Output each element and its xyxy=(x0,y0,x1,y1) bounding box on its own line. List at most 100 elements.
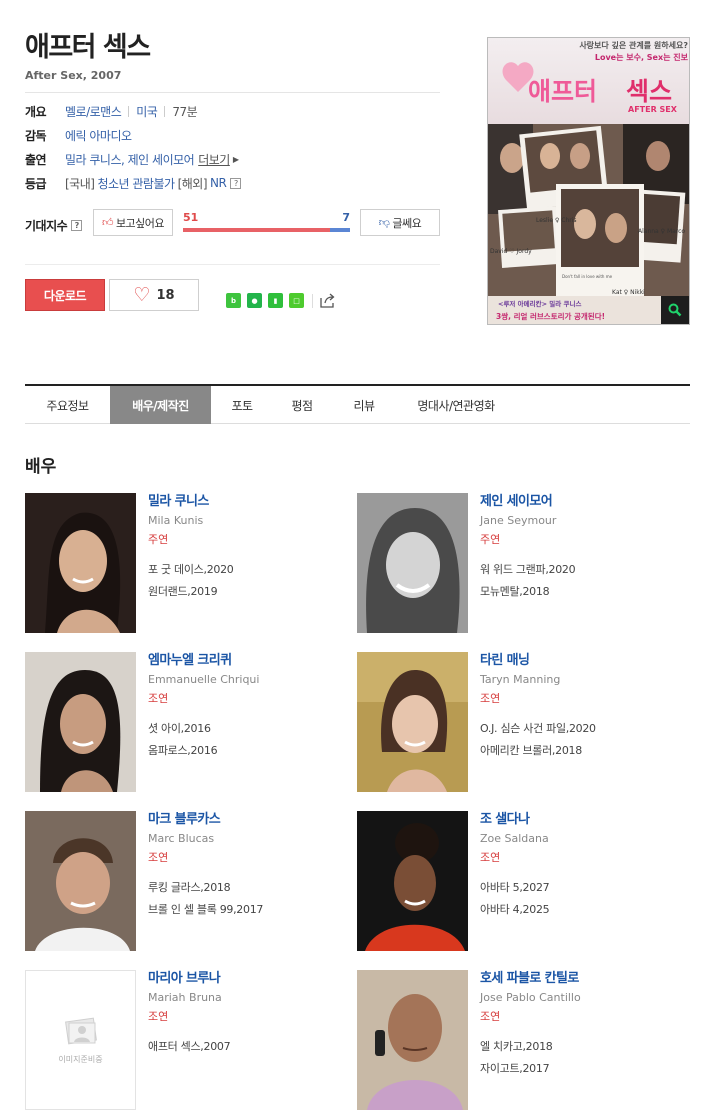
actor-photo[interactable] xyxy=(25,493,136,633)
filmography: 셧 아이,2016 옴파로스,2016 xyxy=(148,718,323,762)
cast-card: 이미지준비중 마리아 브루나 Mariah Bruna 조연 애프터 섹스,20… xyxy=(25,970,325,1110)
gauge-bar xyxy=(183,228,350,232)
director-link[interactable]: 에릭 아마디오 xyxy=(65,127,132,144)
download-button[interactable]: 다운로드 xyxy=(25,279,105,311)
filmography-item[interactable]: 원더랜드,2019 xyxy=(148,581,323,603)
filmography-item[interactable]: 셧 아이,2016 xyxy=(148,718,323,740)
filmography: O.J. 심슨 사건 파일,2020 아메리칸 브롤러,2018 xyxy=(480,718,655,762)
tab-ratings[interactable]: 평점 xyxy=(273,386,331,424)
rating-domestic[interactable]: 청소년 관람불가 xyxy=(97,175,175,192)
like-count-label: 18 xyxy=(156,287,175,303)
image-placeholder: 이미지준비중 xyxy=(25,970,136,1110)
actor-photo[interactable] xyxy=(357,811,468,951)
actor-role: 조연 xyxy=(480,1010,501,1023)
actor-name[interactable]: 엠마누엘 크리퀴 xyxy=(148,652,323,670)
more-link[interactable]: 더보기 xyxy=(198,151,230,168)
poster-caption-4: Kat ♀ Nikki xyxy=(612,289,645,296)
info-row-overview: 개요 멜로/로맨스 미국 77분 xyxy=(25,99,440,123)
info-label: 감독 xyxy=(25,128,47,143)
tab-photos[interactable]: 포토 xyxy=(211,386,273,424)
actor-name[interactable]: 마크 블루카스 xyxy=(148,811,323,829)
cast-card: 제인 세이모어 Jane Seymour 주연 워 위드 그랜파,2020 모뉴… xyxy=(357,493,657,633)
image-placeholder-text: 이미지준비중 xyxy=(58,1054,103,1064)
want-to-see-button[interactable]: 👍︎ 보고싶어요 xyxy=(93,209,173,236)
actor-role: 조연 xyxy=(480,851,501,864)
section-title: 배우 xyxy=(25,457,57,477)
actor-name[interactable]: 제인 세이모어 xyxy=(480,493,655,511)
actor-name-en: Mariah Bruna xyxy=(148,991,222,1004)
tab-quotes-related[interactable]: 명대사/연관영화 xyxy=(397,386,515,424)
actor-role: 조연 xyxy=(480,692,501,705)
cast-summary-link[interactable]: 밀라 쿠니스, 제인 세이모어 xyxy=(65,151,195,168)
filmography-item[interactable]: 자이고트,2017 xyxy=(480,1058,655,1080)
filmography-item[interactable]: 애프터 섹스,2007 xyxy=(148,1036,323,1058)
actor-name[interactable]: 밀라 쿠니스 xyxy=(148,493,323,511)
actor-name-en: Jane Seymour xyxy=(480,514,557,527)
band-share-icon[interactable]: ● xyxy=(247,293,262,308)
actor-role: 조연 xyxy=(148,1010,169,1023)
rating-overseas-prefix: [해외] xyxy=(177,176,208,191)
filmography-item[interactable]: 포 굿 데이스,2020 xyxy=(148,559,323,581)
filmography-item[interactable]: 브롤 인 셀 블록 99,2017 xyxy=(148,899,323,921)
cast-card: 조 샐다나 Zoe Saldana 조연 아바타 5,2027 아바타 4,20… xyxy=(357,811,657,951)
rating-overseas[interactable]: NR xyxy=(210,176,227,190)
info-label: 등급 xyxy=(25,176,47,191)
filmography-item[interactable]: 모뉴멘탈,2018 xyxy=(480,581,655,603)
share-icon[interactable] xyxy=(320,293,336,308)
actor-name[interactable]: 호세 파블로 칸틸로 xyxy=(480,970,655,988)
actor-name[interactable]: 타린 매닝 xyxy=(480,652,655,670)
help-icon[interactable]: ? xyxy=(71,220,83,231)
tab-reviews[interactable]: 리뷰 xyxy=(331,386,397,424)
filmography-item[interactable]: 옴파로스,2016 xyxy=(148,740,323,762)
actor-photo[interactable] xyxy=(357,493,468,633)
thumbs-down-icon: 👎︎ xyxy=(378,216,390,229)
tab-main-info[interactable]: 주요정보 xyxy=(25,386,110,424)
info-row-rating: 등급 [국내] 청소년 관람불가 [해외] NR ? xyxy=(25,171,440,195)
actor-photo[interactable] xyxy=(25,811,136,951)
filmography-item[interactable]: 워 위드 그랜파,2020 xyxy=(480,559,655,581)
rating-domestic-prefix: [국내] xyxy=(65,176,95,191)
actor-name[interactable]: 조 샐다나 xyxy=(480,811,655,829)
filmography-item[interactable]: 루킹 글라스,2018 xyxy=(148,877,323,899)
chevron-right-icon: ▶ xyxy=(232,154,239,164)
cast-card: 엠마누엘 크리퀴 Emmanuelle Chriqui 조연 셧 아이,2016… xyxy=(25,652,325,792)
filmography-item[interactable]: 아바타 5,2027 xyxy=(480,877,655,899)
poster-tagline-2: Love는 보수, Sex는 진보 xyxy=(595,52,689,62)
filmography-item[interactable]: 아메리칸 브롤러,2018 xyxy=(480,740,655,762)
poster-title-left: 애프터 xyxy=(528,77,597,106)
filmography: 애프터 섹스,2007 xyxy=(148,1036,323,1058)
actor-name-en: Jose Pablo Cantillo xyxy=(480,991,581,1004)
actor-photo[interactable]: 이미지준비중 xyxy=(25,970,136,1110)
poster-caption-1: Leslie ♀ Chris xyxy=(536,217,577,224)
actor-name-en: Zoe Saldana xyxy=(480,832,549,845)
zoom-button[interactable] xyxy=(661,296,689,324)
expect-gauge: 51 7 xyxy=(183,211,350,235)
dislike-count: 7 xyxy=(342,211,350,224)
actor-photo[interactable] xyxy=(357,970,468,1110)
expect-index: 기대지수 ? 👍︎ 보고싶어요 51 7 👎︎ 글쎄요 xyxy=(25,208,440,238)
actor-photo[interactable] xyxy=(357,652,468,792)
not-sure-button[interactable]: 👎︎ 글쎄요 xyxy=(360,209,440,236)
tab-cast-crew[interactable]: 배우/제작진 xyxy=(110,386,211,424)
search-icon xyxy=(668,303,682,317)
divider xyxy=(25,92,440,93)
bookmark-share-icon[interactable]: ▮ xyxy=(268,293,283,308)
country-link[interactable]: 미국 xyxy=(136,103,158,120)
memo-share-icon[interactable]: □ xyxy=(289,293,304,308)
filmography-item[interactable]: 엘 치카고,2018 xyxy=(480,1036,655,1058)
actor-photo[interactable] xyxy=(25,652,136,792)
blog-share-icon[interactable]: b xyxy=(226,293,241,308)
movie-title: 애프터 섹스 xyxy=(25,32,151,63)
cast-card: 마크 블루카스 Marc Blucas 조연 루킹 글라스,2018 브롤 인 … xyxy=(25,811,325,951)
genre-link[interactable]: 멜로/로맨스 xyxy=(65,103,122,120)
filmography-item[interactable]: O.J. 심슨 사건 파일,2020 xyxy=(480,718,655,740)
movie-poster[interactable]: 사랑보다 깊은 관계를 원하세요? Love는 보수, Sex는 진보 애프터 … xyxy=(487,37,690,325)
help-icon[interactable]: ? xyxy=(230,177,242,189)
cast-card: 타린 매닝 Taryn Manning 조연 O.J. 심슨 사건 파일,202… xyxy=(357,652,657,792)
like-count: 51 xyxy=(183,211,199,224)
cast-card: 밀라 쿠니스 Mila Kunis 주연 포 굿 데이스,2020 원더랜드,2… xyxy=(25,493,325,633)
like-button[interactable]: ♡ 18 xyxy=(109,279,199,311)
filmography-item[interactable]: 아바타 4,2025 xyxy=(480,899,655,921)
image-placeholder-icon xyxy=(64,1017,97,1044)
actor-name[interactable]: 마리아 브루나 xyxy=(148,970,323,988)
